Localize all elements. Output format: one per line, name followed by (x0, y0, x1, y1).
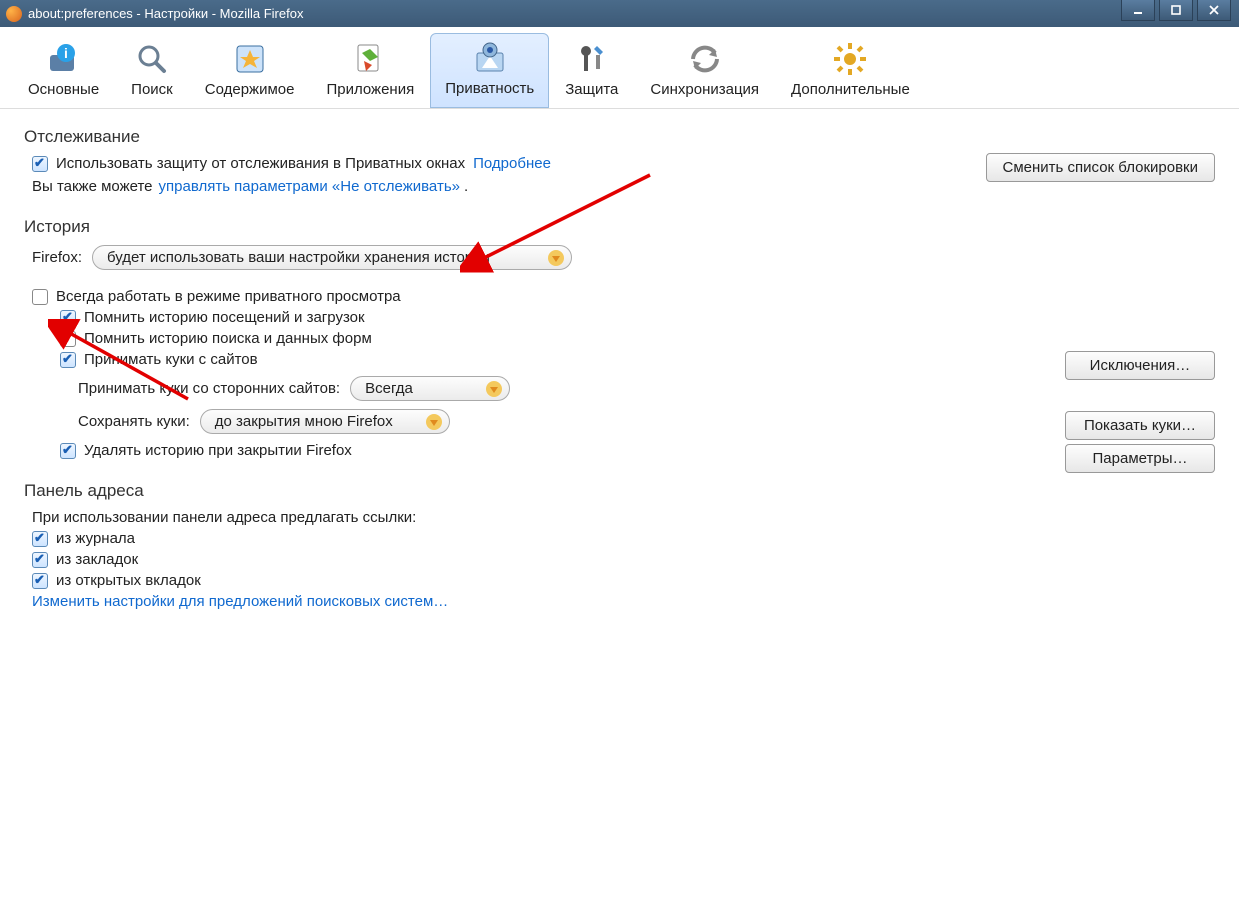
sync-icon (687, 41, 723, 77)
keep-until-value: до закрытия мною Firefox (215, 413, 393, 430)
always-private-row: Всегда работать в режиме приватного прос… (32, 288, 1215, 305)
suggest-opentabs-checkbox[interactable] (32, 573, 48, 589)
svg-text:i: i (64, 45, 68, 61)
security-icon (574, 41, 610, 77)
suggest-opentabs-row: из открытых вкладок (32, 572, 1215, 589)
third-party-row: Принимать куки со сторонних сайтов: Всег… (78, 376, 1215, 401)
tab-label: Защита (565, 81, 618, 98)
tracking-learn-more-link[interactable]: Подробнее (473, 155, 551, 172)
dnt-suffix: . (464, 178, 468, 195)
remember-search-checkbox[interactable] (60, 331, 76, 347)
tab-label: Поиск (131, 81, 173, 98)
tab-advanced[interactable]: Дополнительные (775, 33, 926, 108)
minimize-button[interactable] (1121, 0, 1155, 21)
accept-cookies-checkbox[interactable] (60, 352, 76, 368)
maximize-button[interactable] (1159, 0, 1193, 21)
remember-browsing-row: Помнить историю посещений и загрузок (60, 309, 1215, 326)
suggest-bookmarks-label: из закладок (56, 551, 138, 568)
tab-label: Синхронизация (650, 81, 759, 98)
tab-search[interactable]: Поиск (115, 33, 189, 108)
tracking-protection-checkbox[interactable] (32, 156, 48, 172)
third-party-value: Всегда (365, 380, 413, 397)
always-private-label: Всегда работать в режиме приватного прос… (56, 288, 401, 305)
search-icon (134, 41, 170, 77)
addressbar-intro: При использовании панели адреса предлага… (32, 509, 1215, 526)
suggest-bookmarks-checkbox[interactable] (32, 552, 48, 568)
accept-cookies-row: Принимать куки с сайтов (60, 351, 1215, 368)
suggest-history-checkbox[interactable] (32, 531, 48, 547)
suggest-bookmarks-row: из закладок (32, 551, 1215, 568)
suggest-history-label: из журнала (56, 530, 135, 547)
keep-until-row: Сохранять куки: до закрытия мною Firefox (78, 409, 1215, 434)
clear-on-close-checkbox[interactable] (60, 443, 76, 459)
tab-privacy[interactable]: Приватность (430, 33, 549, 108)
chevron-down-icon (425, 413, 443, 431)
chevron-down-icon (547, 249, 565, 267)
privacy-panel: Отслеживание Использовать защиту от отсл… (0, 109, 1239, 920)
keep-until-label: Сохранять куки: (78, 413, 190, 430)
change-blocklist-button[interactable]: Сменить список блокировки (986, 153, 1215, 182)
content-icon (232, 41, 268, 77)
tab-content[interactable]: Содержимое (189, 33, 311, 108)
history-mode-select[interactable]: будет использовать ваши настройки хранен… (92, 245, 572, 270)
suggest-opentabs-label: из открытых вкладок (56, 572, 201, 589)
remember-search-label: Помнить историю поиска и данных форм (84, 330, 372, 347)
chevron-down-icon (485, 380, 503, 398)
tab-label: Приватность (445, 80, 534, 97)
tab-applications[interactable]: Приложения (310, 33, 430, 108)
third-party-label: Принимать куки со сторонних сайтов: (78, 380, 340, 397)
tab-sync[interactable]: Синхронизация (634, 33, 775, 108)
remember-browsing-label: Помнить историю посещений и загрузок (84, 309, 365, 326)
cookies-exceptions-button[interactable]: Исключения… (1065, 351, 1215, 380)
close-button[interactable] (1197, 0, 1231, 21)
third-party-select[interactable]: Всегда (350, 376, 510, 401)
tab-label: Дополнительные (791, 81, 910, 98)
preferences-window: about:preferences - Настройки - Mozilla … (0, 0, 1239, 920)
addressbar-heading: Панель адреса (24, 481, 1215, 501)
preferences-toolbar: i Основные Поиск Содержимое Приложения (0, 27, 1239, 109)
remember-search-row: Помнить историю поиска и данных форм (60, 330, 1215, 347)
keep-until-select[interactable]: до закрытия мною Firefox (200, 409, 450, 434)
firefox-icon (6, 6, 22, 22)
remember-browsing-checkbox[interactable] (60, 310, 76, 326)
tab-security[interactable]: Защита (549, 33, 634, 108)
accept-cookies-label: Принимать куки с сайтов (84, 351, 258, 368)
clear-on-close-row: Удалять историю при закрытии Firefox (60, 442, 1215, 459)
window-title: about:preferences - Настройки - Mozilla … (28, 6, 1233, 21)
dnt-manage-link[interactable]: управлять параметрами «Не отслеживать» (159, 178, 460, 195)
tab-label: Основные (28, 81, 99, 98)
titlebar: about:preferences - Настройки - Mozilla … (0, 0, 1239, 27)
tracking-protection-label: Использовать защиту от отслеживания в Пр… (56, 155, 465, 172)
clear-settings-button[interactable]: Параметры… (1065, 444, 1215, 473)
change-search-suggestions-link[interactable]: Изменить настройки для предложений поиск… (32, 593, 448, 610)
advanced-icon (832, 41, 868, 77)
always-private-checkbox[interactable] (32, 289, 48, 305)
tab-label: Приложения (326, 81, 414, 98)
clear-on-close-label: Удалять историю при закрытии Firefox (84, 442, 352, 459)
applications-icon (352, 41, 388, 77)
history-mode-row: Firefox: будет использовать ваши настрой… (32, 245, 1215, 270)
firefox-label: Firefox: (32, 249, 82, 266)
tab-general[interactable]: i Основные (12, 33, 115, 108)
window-controls (1121, 0, 1231, 21)
history-mode-value: будет использовать ваши настройки хранен… (107, 249, 490, 266)
tab-label: Содержимое (205, 81, 295, 98)
tracking-heading: Отслеживание (24, 127, 1215, 147)
show-cookies-button[interactable]: Показать куки… (1065, 411, 1215, 440)
general-icon: i (46, 41, 82, 77)
suggest-history-row: из журнала (32, 530, 1215, 547)
dnt-prefix: Вы также можете (32, 178, 153, 195)
history-heading: История (24, 217, 1215, 237)
privacy-icon (472, 40, 508, 76)
